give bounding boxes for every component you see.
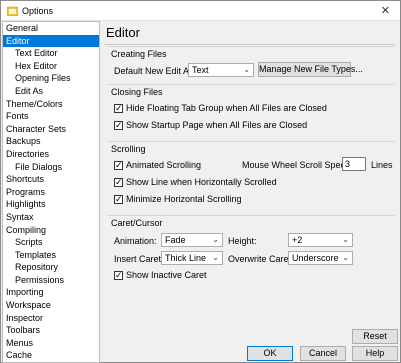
- sidebar-item-character-sets[interactable]: Character Sets: [3, 123, 99, 136]
- sidebar-item-toolbars[interactable]: Toolbars: [3, 324, 99, 337]
- sidebar-item-text-editor[interactable]: Text Editor: [3, 47, 99, 60]
- help-button[interactable]: Help: [352, 346, 398, 361]
- sidebar-item-directories[interactable]: Directories: [3, 148, 99, 161]
- show-inactive-caret-checkbox[interactable]: ✓: [114, 270, 123, 280]
- check-icon: ✓: [115, 103, 123, 113]
- title-bar: Options ✕: [1, 1, 400, 21]
- window-title: Options: [22, 6, 54, 16]
- sidebar-item-edit-as[interactable]: Edit As: [3, 85, 99, 98]
- wheel-speed-input[interactable]: 3: [342, 157, 366, 171]
- sidebar-item-syntax[interactable]: Syntax: [3, 211, 99, 224]
- height-label: Height:: [228, 236, 257, 246]
- show-line-checkbox[interactable]: ✓: [114, 177, 123, 187]
- wheel-speed-unit: Lines: [371, 160, 393, 170]
- sidebar-item-editor[interactable]: Editor: [3, 34, 99, 48]
- hide-floating-checkbox[interactable]: ✓: [114, 103, 123, 113]
- sidebar-item-importing[interactable]: Importing: [3, 286, 99, 299]
- overwrite-caret-select[interactable]: Underscore ⌄: [288, 251, 353, 265]
- creating-files-group: Creating Files Default New Edit As: Text…: [107, 46, 395, 83]
- manage-file-types-button[interactable]: Manage New File Types...: [258, 62, 363, 77]
- caret-cursor-group: Caret/Cursor Animation: Fade ⌄ Height: +…: [107, 215, 395, 307]
- chevron-down-icon: ⌄: [212, 253, 219, 262]
- heading-divider: [104, 44, 395, 45]
- wheel-speed-label: Mouse Wheel Scroll Speed:: [242, 160, 354, 170]
- page-title: Editor: [106, 25, 140, 40]
- group-title: Caret/Cursor: [111, 218, 165, 228]
- height-select[interactable]: +2 ⌄: [288, 233, 353, 247]
- group-title: Closing Files: [111, 87, 165, 97]
- sidebar-item-inspector[interactable]: Inspector: [3, 312, 99, 325]
- hide-floating-label: Hide Floating Tab Group when All Files a…: [126, 103, 327, 113]
- sidebar-item-menus[interactable]: Menus: [3, 337, 99, 350]
- editor-panel: Editor Creating Files Default New Edit A…: [104, 21, 400, 363]
- sidebar-item-programs[interactable]: Programs: [3, 186, 99, 199]
- sidebar-item-theme-colors[interactable]: Theme/Colors: [3, 98, 99, 111]
- sidebar-item-file-dialogs[interactable]: File Dialogs: [3, 161, 99, 174]
- insert-caret-label: Insert Caret:: [114, 254, 164, 264]
- closing-files-group: Closing Files ✓ Hide Floating Tab Group …: [107, 84, 395, 139]
- check-icon: ✓: [115, 160, 123, 170]
- sidebar-item-fonts[interactable]: Fonts: [3, 110, 99, 123]
- sidebar-item-opening-files[interactable]: Opening Files: [3, 72, 99, 85]
- check-icon: ✓: [115, 270, 123, 280]
- sidebar-item-repository[interactable]: Repository: [3, 261, 99, 274]
- check-icon: ✓: [115, 120, 123, 130]
- sidebar-item-permissions[interactable]: Permissions: [3, 274, 99, 287]
- minimize-scrolling-checkbox[interactable]: ✓: [114, 194, 123, 204]
- show-startup-label: Show Startup Page when All Files are Clo…: [126, 120, 308, 130]
- app-icon: [7, 6, 18, 16]
- default-edit-as-select[interactable]: Text ⌄: [188, 63, 254, 77]
- options-category-list[interactable]: General Editor Text Editor Hex Editor Openin…: [2, 21, 100, 363]
- sidebar-item-templates[interactable]: Templates: [3, 249, 99, 262]
- sidebar-item-hex-editor[interactable]: Hex Editor: [3, 60, 99, 73]
- show-line-label: Show Line when Horizontally Scrolled: [126, 177, 277, 187]
- ok-button[interactable]: OK: [247, 346, 293, 361]
- sidebar-item-workspace[interactable]: Workspace: [3, 299, 99, 312]
- default-edit-as-label: Default New Edit As:: [114, 66, 197, 76]
- sidebar-item-general[interactable]: General: [3, 22, 99, 35]
- check-icon: ✓: [115, 177, 123, 187]
- cancel-button[interactable]: Cancel: [300, 346, 346, 361]
- insert-caret-select[interactable]: Thick Line ⌄: [161, 251, 223, 265]
- group-title: Scrolling: [111, 144, 148, 154]
- show-startup-checkbox[interactable]: ✓: [114, 120, 123, 130]
- animated-scrolling-label: Animated Scrolling: [126, 160, 202, 170]
- show-inactive-caret-label: Show Inactive Caret: [126, 270, 207, 280]
- overwrite-caret-label: Overwrite Caret:: [228, 254, 294, 264]
- chevron-down-icon: ⌄: [342, 235, 349, 244]
- options-window: Options ✕ General Editor Text Editor Hex Ed…: [0, 0, 401, 363]
- chevron-down-icon: ⌄: [212, 235, 219, 244]
- sidebar-item-scripts[interactable]: Scripts: [3, 236, 99, 249]
- sidebar-item-highlights[interactable]: Highlights: [3, 198, 99, 211]
- reset-button[interactable]: Reset: [352, 329, 398, 344]
- animation-select[interactable]: Fade ⌄: [161, 233, 223, 247]
- group-title: Creating Files: [111, 49, 169, 59]
- chevron-down-icon: ⌄: [243, 65, 250, 74]
- sidebar-item-shortcuts[interactable]: Shortcuts: [3, 173, 99, 186]
- sidebar-item-cache[interactable]: Cache: [3, 349, 99, 362]
- sidebar-item-backups[interactable]: Backups: [3, 135, 99, 148]
- sidebar-item-compiling[interactable]: Compiling: [3, 224, 99, 237]
- close-icon[interactable]: ✕: [381, 4, 390, 17]
- check-icon: ✓: [115, 194, 123, 204]
- animated-scrolling-checkbox[interactable]: ✓: [114, 160, 123, 170]
- chevron-down-icon: ⌄: [342, 253, 349, 262]
- animation-label: Animation:: [114, 236, 157, 246]
- minimize-scrolling-label: Minimize Horizontal Scrolling: [126, 194, 242, 204]
- scrolling-group: Scrolling ✓ Animated Scrolling Mouse Whe…: [107, 141, 395, 213]
